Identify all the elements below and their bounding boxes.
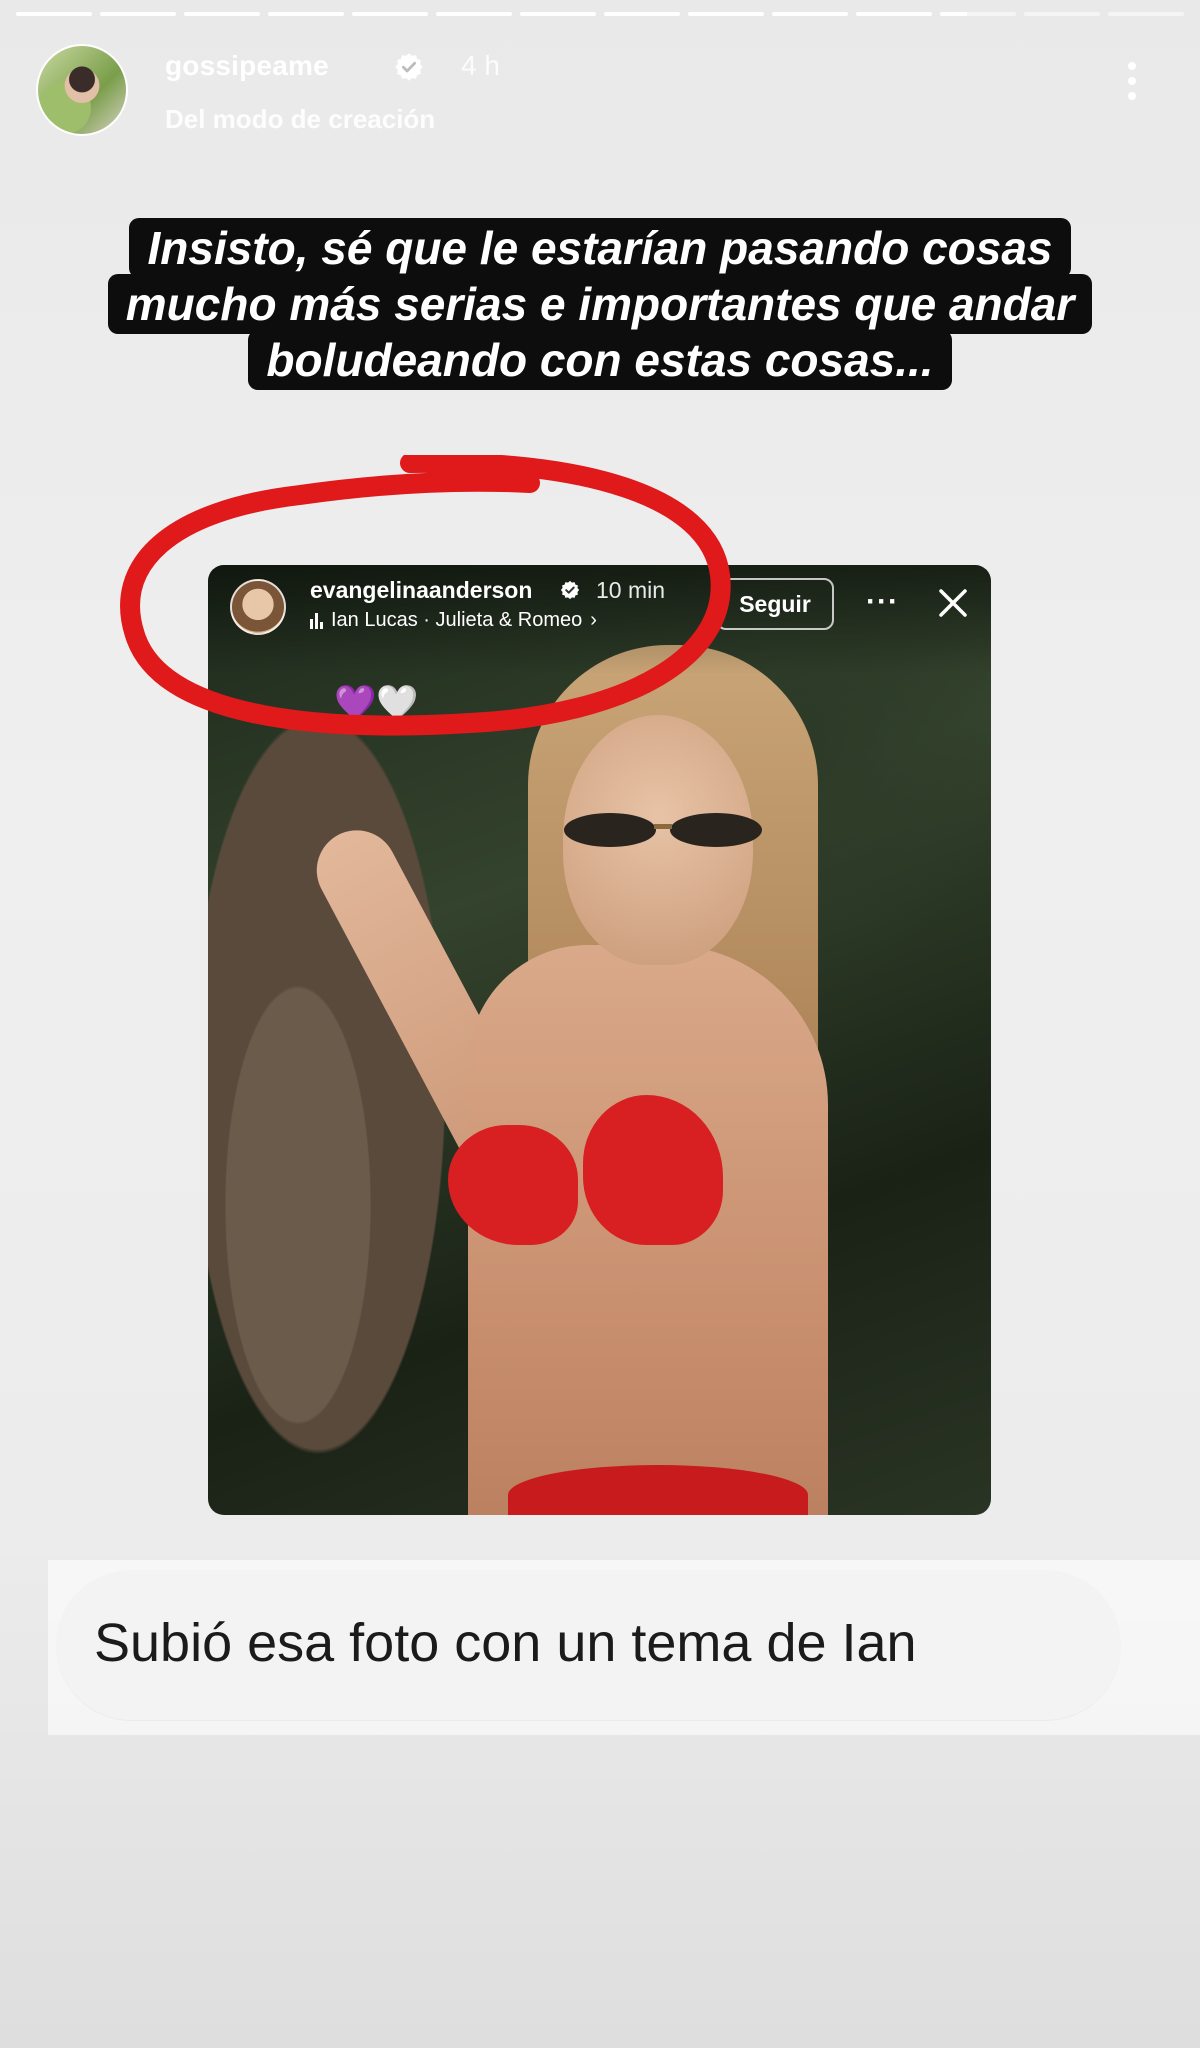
embedded-post-time: 10 min (596, 577, 666, 603)
progress-segment-fill (100, 12, 176, 16)
progress-segment-fill (520, 12, 596, 16)
username[interactable]: gossipeame (165, 50, 329, 82)
progress-segment (520, 12, 596, 16)
bubble-text: Subió esa foto con un tema de Ian (94, 1613, 917, 1673)
progress-segment (688, 12, 764, 16)
heart-emoji-reaction: 💜🤍 (334, 684, 419, 722)
caption-line: boludeando con estas cosas... (248, 330, 952, 390)
progress-segment (436, 12, 512, 16)
progress-segment (856, 12, 932, 16)
embedded-username: evangelinaanderson (310, 577, 533, 603)
progress-segment (352, 12, 428, 16)
progress-segment (604, 12, 680, 16)
story-progress-bar (16, 12, 1184, 17)
progress-segment (184, 12, 260, 16)
embedded-story-header: evangelinaanderson 10 min Ian Lucas · Ju… (208, 565, 991, 675)
progress-segment-fill (268, 12, 344, 16)
progress-segment (940, 12, 1016, 16)
progress-segment-fill (856, 12, 932, 16)
progress-segment (772, 12, 848, 16)
caption-line: mucho más serias e importantes que andar (107, 274, 1093, 334)
music-label: Ian Lucas · Julieta & Romeo (331, 609, 583, 631)
progress-segment (1108, 12, 1184, 16)
embedded-avatar (230, 579, 286, 635)
progress-segment-fill (772, 12, 848, 16)
progress-segment (16, 12, 92, 16)
music-attribution: Ian Lucas · Julieta & Romeo › (310, 609, 597, 632)
verified-badge-icon (560, 580, 580, 600)
follow-button: Seguir (716, 578, 834, 630)
chevron-right-icon: › (590, 609, 597, 631)
story-caption: Insisto, sé que le estarían pasando cosa… (40, 218, 1160, 390)
post-time: 4 h (461, 50, 500, 81)
progress-segment-fill (352, 12, 428, 16)
verified-badge-icon (395, 53, 423, 81)
progress-segment-fill (940, 12, 967, 16)
more-options-icon: ··· (866, 585, 899, 618)
progress-segment (268, 12, 344, 16)
progress-segment-fill (688, 12, 764, 16)
avatar[interactable] (36, 44, 128, 136)
sunglasses-shape (564, 813, 762, 847)
music-bars-icon (310, 612, 323, 629)
progress-segment (100, 12, 176, 16)
creation-mode-label[interactable]: Del modo de creación (165, 104, 435, 135)
embedded-story-screenshot: evangelinaanderson 10 min Ian Lucas · Ju… (208, 565, 991, 1515)
close-icon (939, 589, 967, 617)
story-header: gossipeame 4 h Del modo de creación (36, 44, 1164, 140)
more-options-icon[interactable] (1120, 62, 1144, 112)
progress-segment-fill (604, 12, 680, 16)
progress-segment-fill (16, 12, 92, 16)
progress-segment-fill (184, 12, 260, 16)
progress-segment (1024, 12, 1100, 16)
caption-line: Insisto, sé que le estarían pasando cosa… (129, 218, 1071, 278)
progress-segment-fill (436, 12, 512, 16)
